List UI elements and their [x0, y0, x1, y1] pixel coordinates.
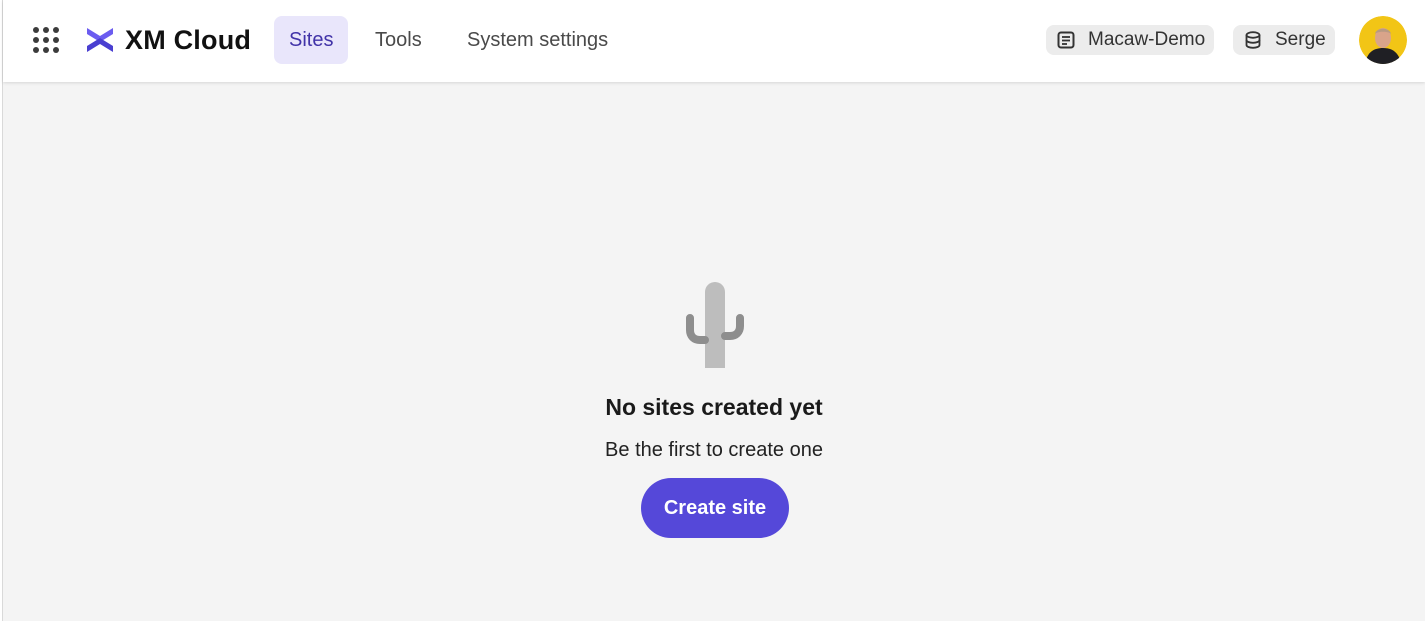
project-icon	[1057, 31, 1075, 49]
nav-tab-system-settings[interactable]: System settings	[452, 16, 623, 64]
environment-switcher[interactable]: Serge	[1233, 25, 1335, 55]
top-navigation-bar: XM Cloud Sites Tools System settings Mac…	[3, 0, 1425, 82]
nav-tab-label: System settings	[467, 28, 609, 51]
database-icon	[1245, 31, 1261, 49]
project-switcher[interactable]: Macaw-Demo	[1046, 25, 1215, 55]
create-site-button[interactable]: Create site	[641, 478, 789, 538]
app-logo[interactable]: XM Cloud	[85, 22, 251, 58]
empty-state-title: No sites created yet	[605, 394, 823, 420]
project-label: Macaw-Demo	[1088, 29, 1206, 50]
app-grid-icon[interactable]	[31, 25, 61, 55]
app-window: XM Cloud Sites Tools System settings Mac…	[2, 0, 1425, 621]
sites-empty-state: No sites created yet Be the first to cre…	[3, 82, 1425, 621]
empty-state-subtitle: Be the first to create one	[605, 439, 823, 461]
cactus-icon	[686, 282, 744, 368]
nav-tab-sites[interactable]: Sites	[274, 16, 349, 64]
nav-tab-tools[interactable]: Tools	[360, 16, 437, 64]
xm-cloud-logo-icon	[87, 28, 113, 52]
user-avatar[interactable]	[1359, 16, 1407, 64]
nav-tab-label: Tools	[375, 28, 422, 51]
nav-tab-label: Sites	[289, 28, 334, 51]
user-avatar-image	[1359, 16, 1407, 64]
app-title: XM Cloud	[125, 24, 252, 55]
environment-label: Serge	[1275, 29, 1326, 50]
